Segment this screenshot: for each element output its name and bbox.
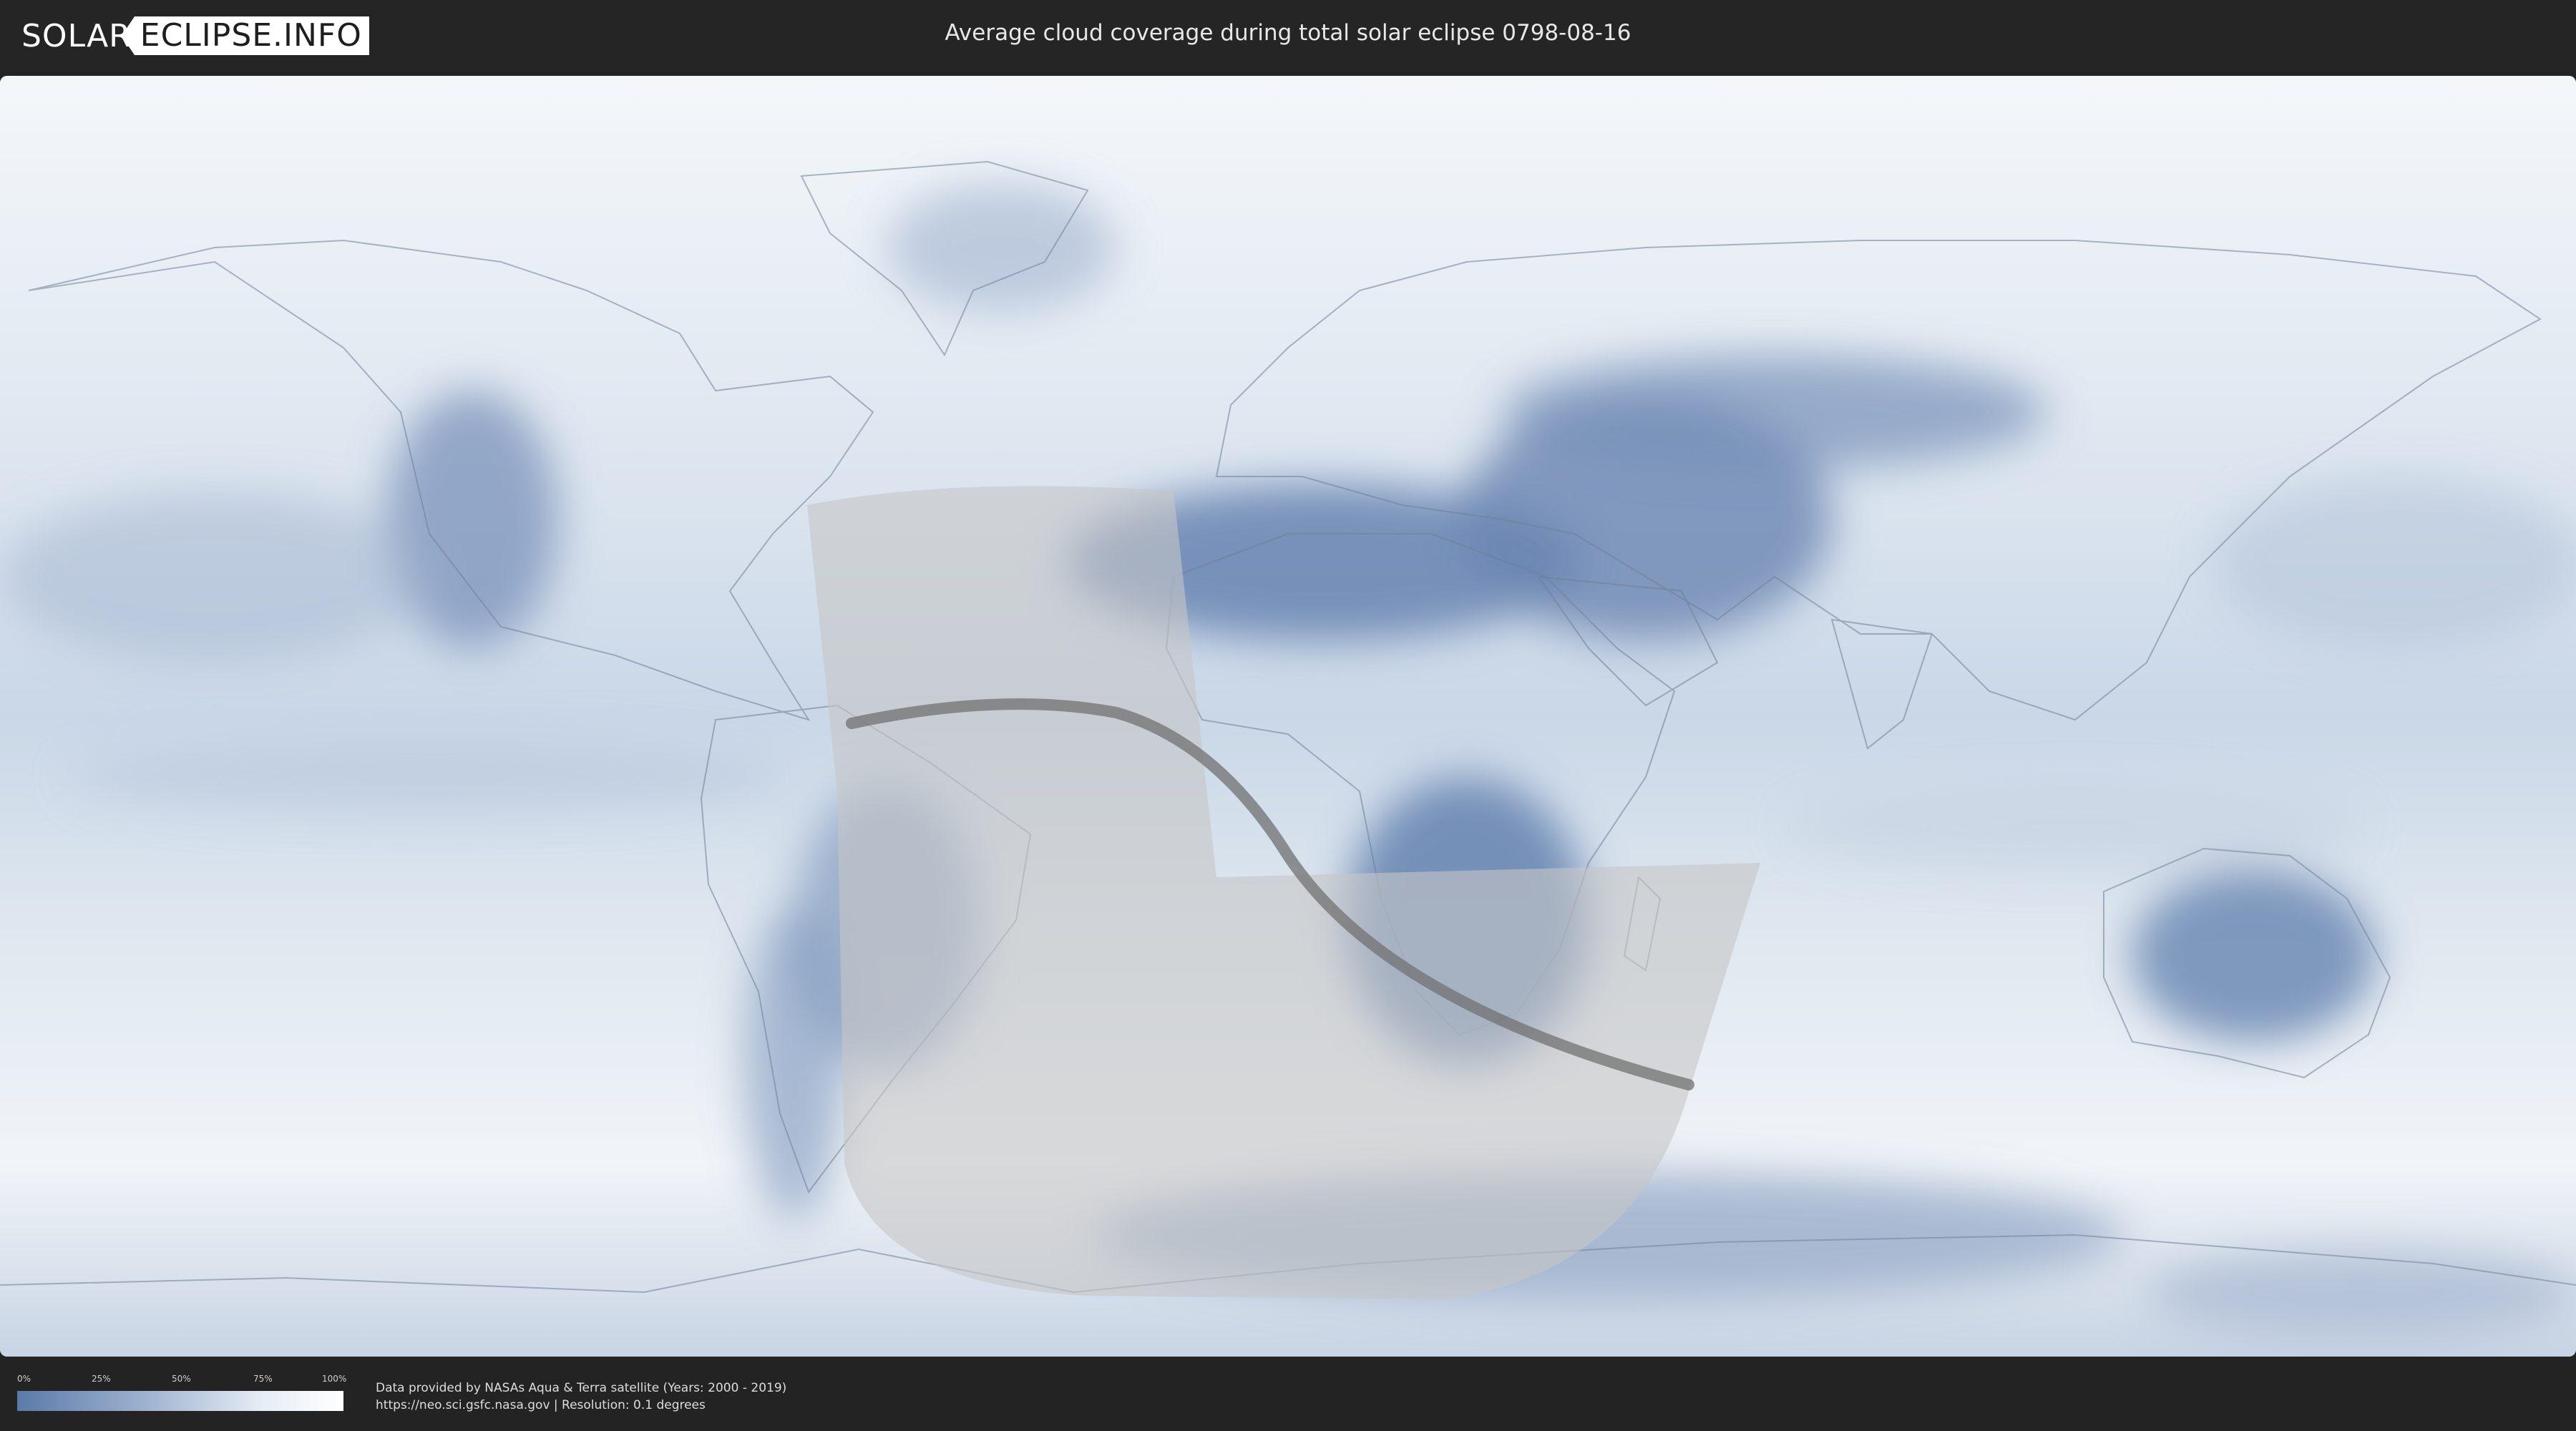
legend-ticks: 0% 25% 50% 75% 100% — [17, 1374, 347, 1385]
legend-tick-50: 50% — [172, 1374, 191, 1384]
header-bar: SOLAR ECLIPSE.INFO Average cloud coverag… — [0, 0, 2576, 72]
credits-line-url: https://neo.sci.gsfc.nasa.gov | Resoluti… — [376, 1398, 706, 1412]
legend-tick-100: 100% — [322, 1374, 347, 1384]
credits-line-source: Data provided by NASAs Aqua & Terra sate… — [376, 1381, 787, 1395]
cloud-coverage-legend: 0% 25% 50% 75% 100% — [17, 1374, 347, 1417]
data-credits: Data provided by NASAs Aqua & Terra sate… — [376, 1379, 786, 1414]
legend-gradient-bar — [17, 1391, 343, 1411]
cloud-coverage-map — [0, 76, 2576, 1357]
page-title: Average cloud coverage during total sola… — [945, 20, 1631, 46]
legend-tick-0: 0% — [17, 1374, 31, 1384]
legend-tick-25: 25% — [92, 1374, 111, 1384]
world-map-svg — [0, 76, 2576, 1357]
legend-tick-75: 75% — [253, 1374, 273, 1384]
